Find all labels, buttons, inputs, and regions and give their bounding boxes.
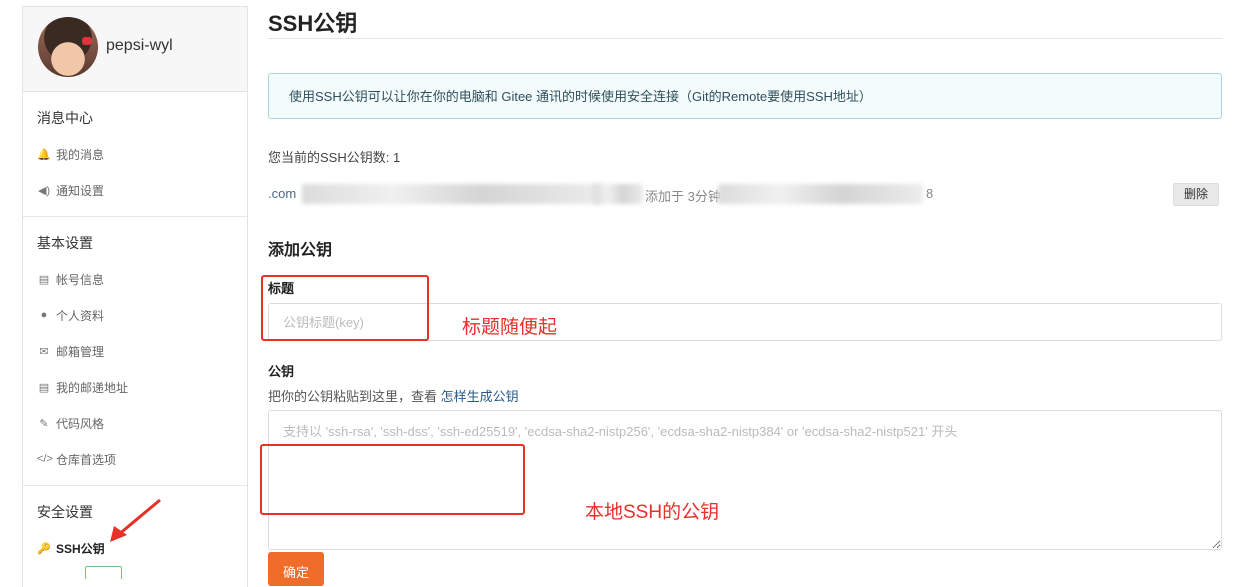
avatar[interactable]	[38, 17, 98, 77]
sidebar-item[interactable]: ✎ 代码风格	[23, 405, 247, 441]
sidebar-item[interactable]: ▤ 我的邮递地址	[23, 369, 247, 405]
id-card-icon: ▤	[38, 273, 50, 286]
sidebar-item-label: 我的邮递地址	[56, 380, 129, 395]
profile-header: pepsi-wyl	[23, 7, 247, 92]
sidebar-item-label: 仓库首选项	[56, 452, 117, 467]
sidebar-item-label: 个人资料	[56, 308, 105, 323]
key-added-time: 添加于 3分钟	[645, 189, 721, 204]
sidebar-group: 消息中心 🔔 我的消息 ◀) 通知设置	[23, 92, 247, 217]
sidebar-item-label: 我的消息	[56, 147, 105, 162]
speaker-icon: ◀)	[37, 184, 51, 197]
sidebar-item[interactable]: ◀) 通知设置	[23, 172, 247, 208]
sidebar-item[interactable]: ▤ 帐号信息	[23, 261, 247, 297]
sidebar-item-label: SSH公钥	[56, 541, 105, 556]
new-badge	[85, 566, 122, 579]
address-card-icon: ▤	[38, 381, 50, 394]
redacted-key-text	[593, 184, 643, 204]
key-field-label: 公钥	[268, 364, 295, 379]
sidebar-item[interactable]: </> 仓库首选项	[23, 441, 247, 477]
brush-icon: ✎	[39, 417, 49, 430]
sidebar-item-label: 代码风格	[56, 416, 105, 431]
sidebar-item-label: 通知设置	[56, 183, 105, 198]
page-title: SSH公钥	[268, 0, 1222, 39]
key-icon: 🔑	[37, 542, 51, 555]
sidebar-item-label: 邮箱管理	[56, 344, 105, 359]
username[interactable]: pepsi-wyl	[106, 37, 173, 55]
key-email-suffix: .com	[268, 186, 297, 201]
info-alert: 使用SSH公钥可以让你在你的电脑和 Gitee 通讯的时候使用安全连接（Git的…	[268, 73, 1222, 119]
redacted-fingerprint	[718, 184, 923, 204]
key-highlight-box	[260, 444, 525, 515]
key-annotation: 本地SSH的公钥	[585, 502, 720, 523]
sidebar-group-title: 基本设置	[37, 235, 93, 251]
redacted-key-text	[302, 184, 602, 204]
sidebar-item[interactable]: ● 个人资料	[23, 297, 247, 333]
sidebar-item[interactable]: ✉ 邮箱管理	[23, 333, 247, 369]
code-icon: </>	[37, 453, 53, 465]
key-list-item: .com 添加于 3分钟 8 删除	[268, 182, 1222, 208]
title-highlight-box	[261, 275, 429, 341]
arrow-annotation-icon	[110, 498, 161, 542]
sidebar-group-title: 消息中心	[37, 110, 93, 126]
key-hint-text: 把你的公钥粘贴到这里，查看	[268, 389, 441, 404]
bell-icon: 🔔	[37, 148, 51, 161]
key-fingerprint-tail: 8	[926, 186, 934, 201]
submit-button[interactable]: 确定	[268, 552, 324, 586]
sidebar-item-label: 帐号信息	[56, 272, 105, 287]
key-hint: 把你的公钥粘贴到这里，查看 怎样生成公钥	[268, 386, 1222, 405]
sidebar-group: 基本设置 ▤ 帐号信息 ● 个人资料 ✉ 邮箱管理 ▤ 我的邮递地址 ✎ 代码风格 </> 仓库首选项	[23, 217, 247, 486]
user-icon: ●	[40, 309, 48, 321]
envelope-icon: ✉	[39, 345, 49, 358]
add-key-title: 添加公钥	[268, 242, 333, 259]
key-count: 您当前的SSH公钥数: 1	[268, 150, 401, 165]
title-annotation: 标题随便起	[462, 317, 558, 338]
sidebar-item[interactable]: 🔔 我的消息	[23, 136, 247, 172]
how-to-generate-link[interactable]: 怎样生成公钥	[441, 389, 519, 404]
delete-key-button[interactable]: 删除	[1173, 183, 1219, 206]
